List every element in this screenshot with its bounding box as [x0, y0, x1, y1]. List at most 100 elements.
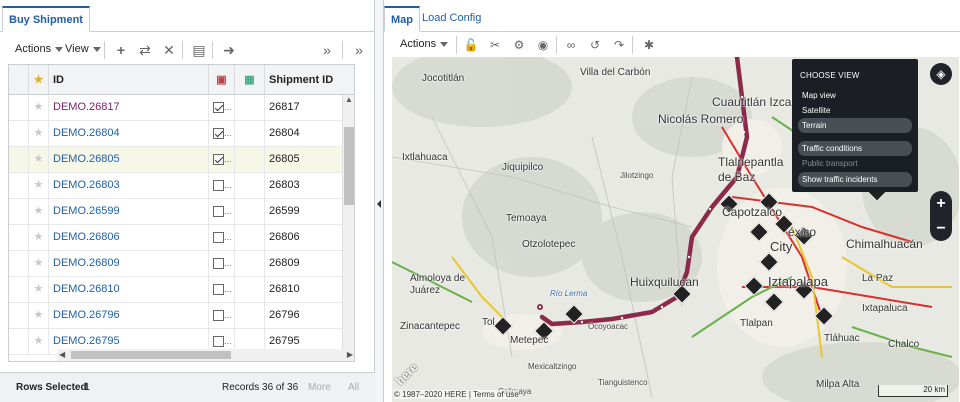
- table-row[interactable]: ★ DEMO.26599... 26599: [9, 199, 354, 225]
- view-option-satellite[interactable]: Satellite: [798, 103, 912, 118]
- view-option-map[interactable]: Map view: [798, 88, 912, 103]
- row-selector[interactable]: [9, 277, 29, 302]
- more-button[interactable]: More: [308, 382, 331, 393]
- row-checkbox[interactable]: [213, 153, 224, 165]
- star-icon[interactable]: ★: [29, 329, 49, 354]
- star-icon[interactable]: ★: [29, 225, 49, 250]
- map-copyright[interactable]: © 1987–2020 HERE | Terms of use: [394, 390, 519, 399]
- overflow-chevron-icon[interactable]: »: [318, 41, 336, 59]
- lock-icon[interactable]: 🔓: [462, 36, 480, 54]
- table-row[interactable]: ★ DEMO.26804... 26804: [9, 121, 354, 147]
- horizontal-scrollbar[interactable]: ◀ ▶: [57, 349, 354, 361]
- row-selector[interactable]: [9, 95, 29, 120]
- row-selector[interactable]: [9, 199, 29, 224]
- delete-icon[interactable]: ✕: [160, 41, 178, 59]
- shipment-id-column-header[interactable]: Shipment ID: [265, 65, 354, 95]
- star-icon[interactable]: ★: [29, 147, 49, 172]
- tools-icon[interactable]: ✂: [486, 36, 504, 54]
- row-checkbox[interactable]: [213, 283, 224, 295]
- map-actions-menu[interactable]: Actions: [400, 38, 449, 50]
- scroll-right-icon[interactable]: ▶: [347, 350, 353, 359]
- choose-view-panel: CHOOSE VIEW Map view Satellite Terrain T…: [792, 59, 918, 192]
- table-row[interactable]: ★ DEMO.26796... 26796: [9, 303, 354, 329]
- row-checkbox[interactable]: [213, 309, 224, 321]
- row-selector[interactable]: [9, 251, 29, 276]
- star-icon[interactable]: ★: [29, 95, 49, 120]
- vertical-scroll-thumb[interactable]: [344, 127, 354, 205]
- toggle-traffic-incidents[interactable]: Show traffic incidents: [798, 172, 912, 187]
- row-checkbox[interactable]: [213, 257, 224, 269]
- id-column-header[interactable]: ID: [49, 65, 209, 95]
- tab-buy-shipment[interactable]: Buy Shipment: [2, 6, 90, 32]
- binoculars-icon[interactable]: ∞: [562, 36, 580, 54]
- tab-map[interactable]: Map: [384, 6, 420, 32]
- star-icon[interactable]: ★: [29, 251, 49, 276]
- row-selector[interactable]: [9, 329, 29, 354]
- scroll-up-icon[interactable]: ▲: [345, 95, 353, 104]
- view-option-terrain[interactable]: Terrain: [798, 118, 912, 133]
- row-checkbox[interactable]: [213, 127, 224, 139]
- collapse-left-icon[interactable]: [377, 200, 381, 208]
- shipment-id-link[interactable]: DEMO.26817: [49, 95, 209, 120]
- tab-load-config[interactable]: Load Config: [416, 6, 487, 32]
- collapse-panel-icon[interactable]: »: [350, 41, 368, 59]
- row-checkbox[interactable]: [213, 231, 224, 243]
- eye-icon[interactable]: ◉: [534, 36, 552, 54]
- map-canvas[interactable]: Jocotitlán Villa del Carbón Cuautitlán I…: [392, 57, 959, 402]
- shipment-id-link[interactable]: DEMO.26809: [49, 251, 209, 276]
- shipment-id-link[interactable]: DEMO.26803: [49, 173, 209, 198]
- row-checkbox[interactable]: [213, 205, 224, 217]
- star-icon[interactable]: ★: [29, 173, 49, 198]
- row-checkbox[interactable]: [213, 335, 224, 347]
- shipment-id-link[interactable]: DEMO.26599: [49, 199, 209, 224]
- cell-ellipsis: ...: [224, 284, 232, 294]
- layers-icon[interactable]: ◈: [930, 63, 952, 85]
- table-row[interactable]: ★ DEMO.26810... 26810: [9, 277, 354, 303]
- table-row[interactable]: ★ DEMO.26817... 26817: [9, 95, 354, 121]
- star-icon[interactable]: ★: [29, 121, 49, 146]
- report-icon[interactable]: ▤: [190, 41, 208, 59]
- panel-splitter[interactable]: [375, 0, 383, 402]
- all-button[interactable]: All: [348, 382, 359, 393]
- table-row[interactable]: ★ DEMO.26803... 26803: [9, 173, 354, 199]
- row-checkbox[interactable]: [213, 101, 224, 113]
- add-icon[interactable]: +: [112, 41, 130, 59]
- shipment-id-link[interactable]: DEMO.26804: [49, 121, 209, 146]
- row-selector[interactable]: [9, 303, 29, 328]
- table-row[interactable]: ★ DEMO.26806... 26806: [9, 225, 354, 251]
- row-selector[interactable]: [9, 121, 29, 146]
- shipment-id-link[interactable]: DEMO.26796: [49, 303, 209, 328]
- view-menu[interactable]: View: [65, 43, 101, 55]
- zoom-out-button[interactable]: −: [930, 216, 952, 241]
- row-checkbox-cell: ...: [209, 277, 235, 302]
- swap-icon[interactable]: ⇄: [136, 41, 154, 59]
- shipment-id-link[interactable]: DEMO.26806: [49, 225, 209, 250]
- history-icon[interactable]: ↺: [586, 36, 604, 54]
- horizontal-scroll-thumb[interactable]: [71, 351, 231, 359]
- arrow-right-circle-icon[interactable]: ➜: [220, 41, 238, 59]
- toggle-public-transport[interactable]: Public transport: [798, 156, 912, 171]
- row-selector[interactable]: [9, 173, 29, 198]
- row-selector[interactable]: [9, 147, 29, 172]
- redo-icon[interactable]: ↷: [610, 36, 628, 54]
- map-column-icon[interactable]: ▣: [209, 65, 235, 95]
- image-column-icon[interactable]: ▦: [235, 65, 265, 95]
- scroll-left-icon[interactable]: ◀: [59, 350, 65, 359]
- network-icon[interactable]: ✱: [640, 36, 658, 54]
- actions-menu[interactable]: Actions: [15, 43, 64, 55]
- toggle-traffic-conditions[interactable]: Traffic conditions: [798, 141, 912, 156]
- select-column-header[interactable]: [9, 65, 29, 95]
- zoom-in-button[interactable]: +: [930, 191, 952, 216]
- favorite-column-icon[interactable]: ★: [29, 65, 49, 95]
- shipment-id-link[interactable]: DEMO.26805: [49, 147, 209, 172]
- route-icon[interactable]: ⚙: [510, 36, 528, 54]
- vertical-scrollbar[interactable]: ▲: [342, 95, 354, 349]
- shipment-id-link[interactable]: DEMO.26810: [49, 277, 209, 302]
- row-checkbox[interactable]: [213, 179, 224, 191]
- star-icon[interactable]: ★: [29, 277, 49, 302]
- table-row[interactable]: ★ DEMO.26805... 26805: [9, 147, 354, 173]
- row-selector[interactable]: [9, 225, 29, 250]
- table-row[interactable]: ★ DEMO.26809... 26809: [9, 251, 354, 277]
- star-icon[interactable]: ★: [29, 199, 49, 224]
- star-icon[interactable]: ★: [29, 303, 49, 328]
